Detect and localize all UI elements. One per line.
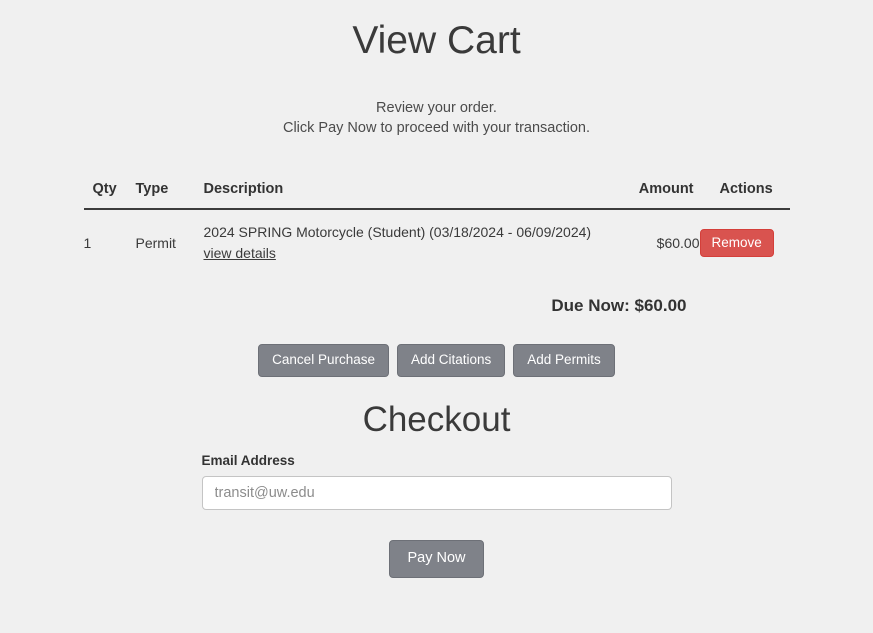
add-citations-button[interactable]: Add Citations [397,344,505,377]
cart-table-container: Qty Type Description Amount Actions 1 Pe… [84,181,790,276]
cell-description: 2024 SPRING Motorcycle (Student) (03/18/… [204,209,608,276]
cart-table-head: Qty Type Description Amount Actions [84,181,790,209]
table-row: 1 Permit 2024 SPRING Motorcycle (Student… [84,209,790,276]
cell-actions: Remove [700,209,790,276]
pay-now-button[interactable]: Pay Now [389,540,483,578]
cart-action-buttons: Cancel Purchase Add Citations Add Permit… [0,344,873,377]
checkout-form: Email Address [202,453,672,510]
intro-line-2: Click Pay Now to proceed with your trans… [0,118,873,138]
cart-table: Qty Type Description Amount Actions 1 Pe… [84,181,790,276]
checkout-title: Checkout [0,399,873,441]
cell-qty: 1 [84,209,136,276]
email-field[interactable] [202,476,672,510]
table-header-row: Qty Type Description Amount Actions [84,181,790,209]
add-permits-button[interactable]: Add Permits [513,344,615,377]
due-now-total: Due Now: $60.00 [84,296,790,316]
page-title: View Cart [0,0,873,64]
column-header-amount: Amount [608,181,700,209]
column-header-actions: Actions [700,181,790,209]
column-header-description: Description [204,181,608,209]
cell-type: Permit [136,209,204,276]
column-header-type: Type [136,181,204,209]
cancel-purchase-button[interactable]: Cancel Purchase [258,344,389,377]
remove-button[interactable]: Remove [700,229,774,257]
email-field-label: Email Address [202,453,672,468]
intro-line-1: Review your order. [0,98,873,118]
column-header-qty: Qty [84,181,136,209]
view-details-link[interactable]: view details [204,244,276,263]
cart-table-body: 1 Permit 2024 SPRING Motorcycle (Student… [84,209,790,276]
view-cart-page: View Cart Review your order. Click Pay N… [0,0,873,633]
cell-amount: $60.00 [608,209,700,276]
item-description-text: 2024 SPRING Motorcycle (Student) (03/18/… [204,223,608,242]
intro-text: Review your order. Click Pay Now to proc… [0,98,873,138]
pay-now-row: Pay Now [0,540,873,578]
